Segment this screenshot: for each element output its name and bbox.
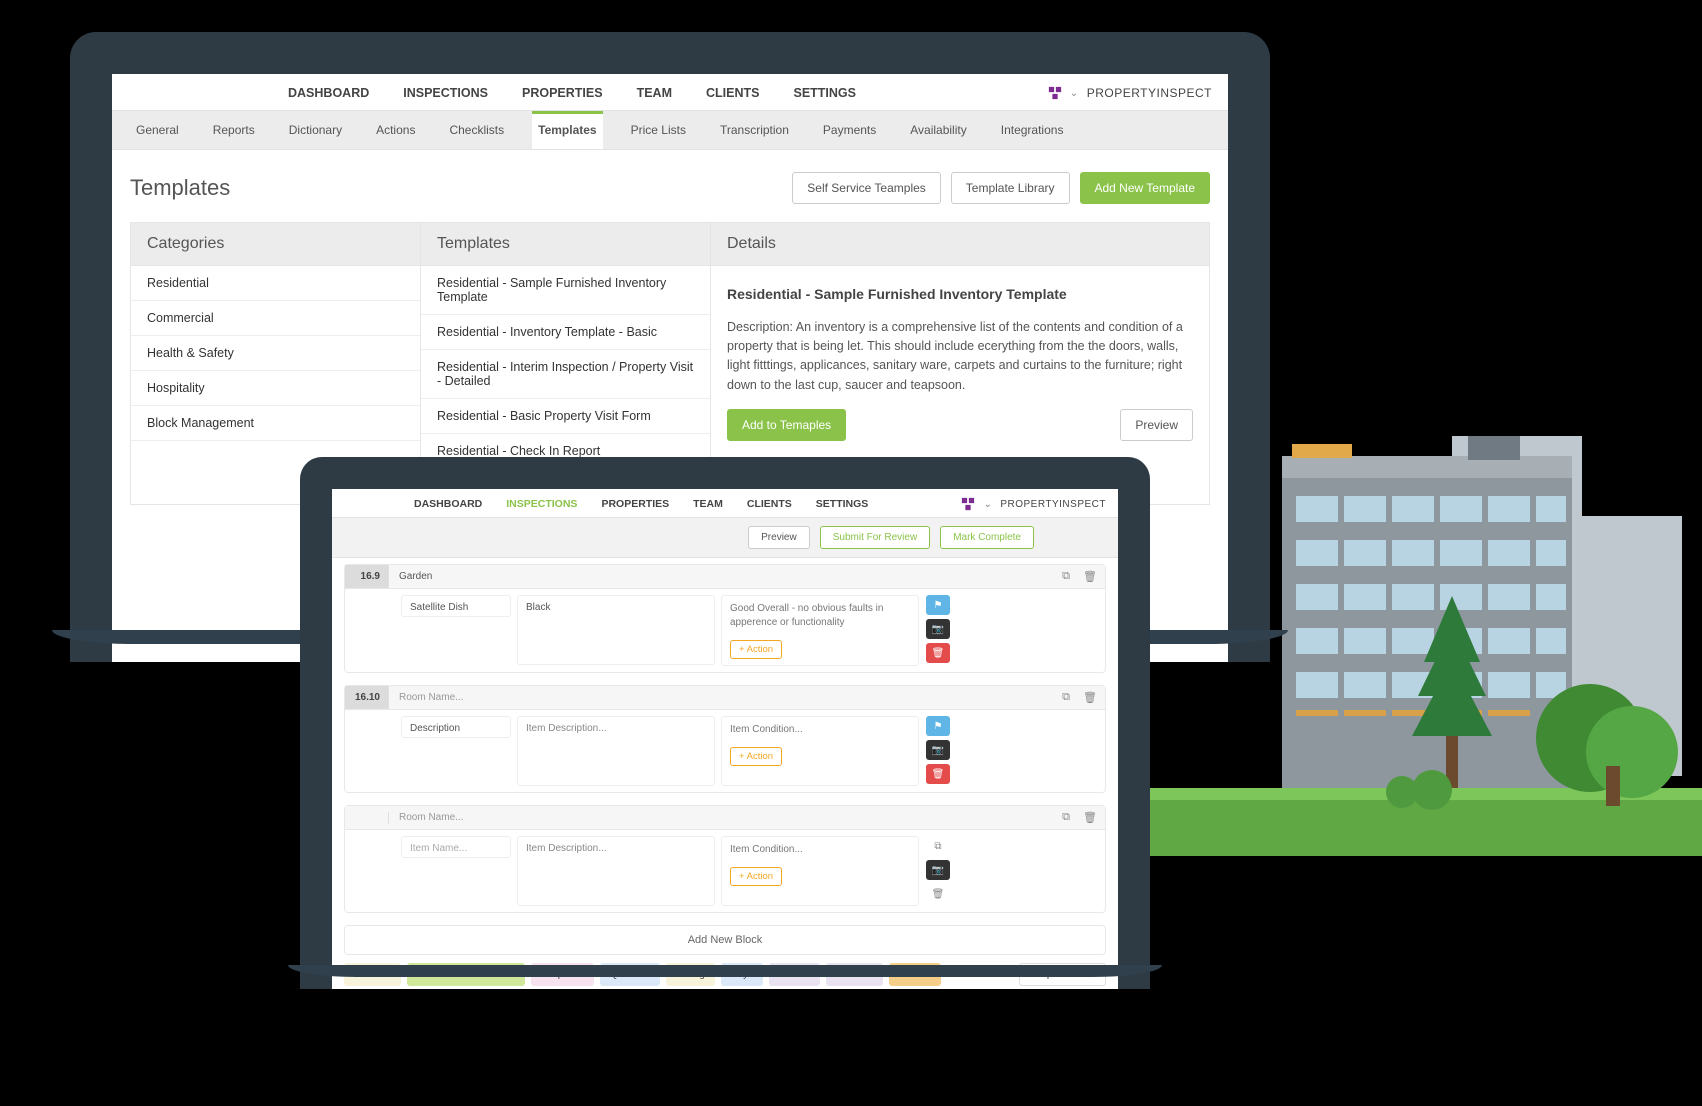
templates-header: Templates: [421, 223, 710, 266]
category-row[interactable]: Residential: [131, 266, 420, 301]
details-header: Details: [711, 223, 1209, 266]
nav-inspections[interactable]: INSPECTIONS: [506, 498, 577, 510]
item-description-input[interactable]: Black: [517, 595, 715, 665]
camera-icon[interactable]: 📷: [926, 619, 950, 639]
nav-properties[interactable]: PROPERTIES: [522, 86, 603, 100]
subtab-pricelists[interactable]: Price Lists: [625, 111, 692, 149]
delete-icon[interactable]: 🗑: [926, 764, 950, 784]
nav-dashboard[interactable]: DASHBOARD: [414, 498, 482, 510]
template-row[interactable]: Residential - Sample Furnished Inventory…: [421, 266, 710, 315]
item-name-input[interactable]: Satellite Dish: [401, 595, 511, 617]
copy-icon[interactable]: ⧉: [1055, 567, 1077, 587]
front-laptop: DASHBOARD INSPECTIONS PROPERTIES TEAM CL…: [300, 457, 1150, 989]
trash-icon[interactable]: 🗑: [1079, 567, 1101, 587]
nav-settings[interactable]: SETTINGS: [816, 498, 869, 510]
categories-header: Categories: [131, 223, 420, 266]
add-action-button[interactable]: + Action: [730, 867, 782, 886]
nav-properties[interactable]: PROPERTIES: [601, 498, 669, 510]
block-number: 16.9: [345, 565, 389, 588]
editor-block: Room Name... ⧉ 🗑 Item Name... Item Descr…: [344, 805, 1106, 913]
editor-block: 16.10 Room Name... ⧉ 🗑 Description Item …: [344, 685, 1106, 793]
nav-clients[interactable]: CLIENTS: [747, 498, 792, 510]
subtab-general[interactable]: General: [130, 111, 185, 149]
details-title: Residential - Sample Furnished Inventory…: [727, 284, 1193, 306]
nav-settings[interactable]: SETTINGS: [793, 86, 856, 100]
item-description-input[interactable]: Item Description...: [517, 836, 715, 906]
item-condition-input[interactable]: Good Overall - no obvious faults in appe…: [721, 595, 919, 666]
room-name-input[interactable]: Room Name...: [389, 686, 1055, 709]
subtab-availability[interactable]: Availability: [904, 111, 972, 149]
subtab-payments[interactable]: Payments: [817, 111, 882, 149]
chevron-down-icon[interactable]: ⌄: [1070, 88, 1079, 99]
copy-icon[interactable]: ⧉: [926, 836, 950, 856]
item-name-input[interactable]: Description: [401, 716, 511, 738]
subtab-dictionary[interactable]: Dictionary: [283, 111, 348, 149]
front-laptop-base: [288, 965, 1162, 977]
flag-icon[interactable]: ⚑: [926, 716, 950, 736]
brand-icon: [1048, 86, 1062, 100]
category-row[interactable]: Hospitality: [131, 371, 420, 406]
template-row[interactable]: Residential - Interim Inspection / Prope…: [421, 350, 710, 399]
editor-block: 16.9 Garden ⧉ 🗑 Satellite Dish Black Goo…: [344, 564, 1106, 673]
chevron-down-icon[interactable]: ⌄: [983, 499, 992, 510]
details-description: Description: An inventory is a comprehen…: [727, 318, 1193, 396]
subtab-checklists[interactable]: Checklists: [443, 111, 510, 149]
preview-button[interactable]: Preview: [748, 526, 810, 549]
back-subnav: General Reports Dictionary Actions Check…: [112, 110, 1228, 150]
front-topnav: DASHBOARD INSPECTIONS PROPERTIES TEAM CL…: [332, 489, 1118, 517]
subtab-integrations[interactable]: Integrations: [995, 111, 1070, 149]
block-number: 16.10: [345, 686, 389, 709]
item-name-input[interactable]: Item Name...: [401, 836, 511, 858]
camera-icon[interactable]: 📷: [926, 740, 950, 760]
template-row[interactable]: Residential - Inventory Template - Basic: [421, 315, 710, 350]
category-row[interactable]: Health & Safety: [131, 336, 420, 371]
trash-icon[interactable]: 🗑: [1079, 808, 1101, 828]
back-nav-items: DASHBOARD INSPECTIONS PROPERTIES TEAM CL…: [288, 86, 856, 100]
add-to-templates-button[interactable]: Add to Temaples: [727, 409, 846, 441]
flag-icon[interactable]: ⚑: [926, 595, 950, 615]
add-new-block-button[interactable]: Add New Block: [344, 925, 1106, 955]
back-topnav: DASHBOARD INSPECTIONS PROPERTIES TEAM CL…: [112, 74, 1228, 110]
brand-label[interactable]: PROPERTYINSPECT: [1087, 86, 1212, 100]
category-row[interactable]: Commercial: [131, 301, 420, 336]
editor: 16.9 Garden ⧉ 🗑 Satellite Dish Black Goo…: [332, 558, 1118, 989]
subtab-templates[interactable]: Templates: [532, 111, 602, 149]
nav-dashboard[interactable]: DASHBOARD: [288, 86, 369, 100]
brand-label[interactable]: PROPERTYINSPECT: [1000, 499, 1106, 510]
trash-icon[interactable]: 🗑: [926, 884, 950, 904]
subtab-transcription[interactable]: Transcription: [714, 111, 795, 149]
subtab-actions[interactable]: Actions: [370, 111, 421, 149]
template-library-button[interactable]: Template Library: [951, 172, 1070, 204]
front-screen: DASHBOARD INSPECTIONS PROPERTIES TEAM CL…: [332, 489, 1118, 989]
item-condition-input[interactable]: Item Condition... + Action: [721, 836, 919, 906]
room-name-input[interactable]: Room Name...: [389, 806, 1055, 829]
mark-complete-button[interactable]: Mark Complete: [940, 526, 1034, 549]
self-service-button[interactable]: Self Service Teamples: [792, 172, 941, 204]
add-action-button[interactable]: + Action: [730, 640, 782, 659]
copy-icon[interactable]: ⧉: [1055, 808, 1077, 828]
category-row[interactable]: Block Management: [131, 406, 420, 441]
copy-icon[interactable]: ⧉: [1055, 688, 1077, 708]
nav-clients[interactable]: CLIENTS: [706, 86, 759, 100]
trash-icon[interactable]: 🗑: [1079, 688, 1101, 708]
delete-icon[interactable]: 🗑: [926, 643, 950, 663]
front-actionbar: Preview Submit For Review Mark Complete: [332, 517, 1118, 558]
brand-icon: [961, 497, 975, 511]
submit-review-button[interactable]: Submit For Review: [820, 526, 930, 549]
preview-button[interactable]: Preview: [1120, 409, 1193, 441]
nav-team[interactable]: TEAM: [637, 86, 672, 100]
add-action-button[interactable]: + Action: [730, 747, 782, 766]
item-description-input[interactable]: Item Description...: [517, 716, 715, 786]
room-name-input[interactable]: Garden: [389, 565, 1055, 588]
nav-team[interactable]: TEAM: [693, 498, 723, 510]
item-condition-input[interactable]: Item Condition... + Action: [721, 716, 919, 786]
add-new-template-button[interactable]: Add New Template: [1080, 172, 1211, 204]
page-title: Templates: [130, 175, 230, 201]
template-row[interactable]: Residential - Basic Property Visit Form: [421, 399, 710, 434]
subtab-reports[interactable]: Reports: [207, 111, 261, 149]
nav-inspections[interactable]: INSPECTIONS: [403, 86, 488, 100]
camera-icon[interactable]: 📷: [926, 860, 950, 880]
